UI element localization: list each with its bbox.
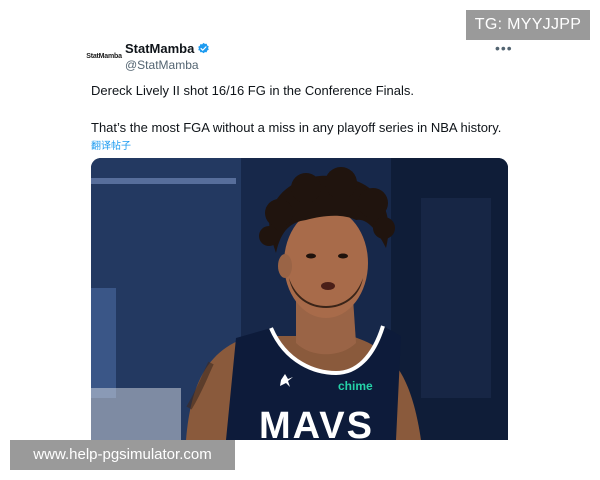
verified-badge-icon [197,42,210,55]
tweet-card: StatMamba StatMamba @StatMamba ••• Derec… [0,0,600,480]
translate-post-link[interactable]: 翻译帖子 [91,137,131,152]
watermark-bottom: www.help-pgsimulator.com [10,440,235,470]
more-horizontal-icon[interactable]: ••• [495,40,513,56]
author-display-name[interactable]: StatMamba [125,41,194,56]
watermark-top: TG: MYYJJPP [466,10,590,40]
tweet-text-line-1: Dereck Lively II shot 16/16 FG in the Co… [91,83,414,98]
author-name-row: StatMamba [125,41,210,56]
avatar[interactable]: StatMamba [86,43,122,69]
tweet-photo[interactable]: chime MAVS [91,158,508,440]
player-photo-illustration: chime MAVS [91,158,508,440]
author-handle[interactable]: @StatMamba [125,58,199,72]
jersey-text: MAVS [259,405,374,440]
tweet-text-line-2: That’s the most FGA without a miss in an… [91,120,502,135]
sponsor-text: chime [338,379,373,393]
avatar-logo-text: StatMamba [86,52,122,60]
